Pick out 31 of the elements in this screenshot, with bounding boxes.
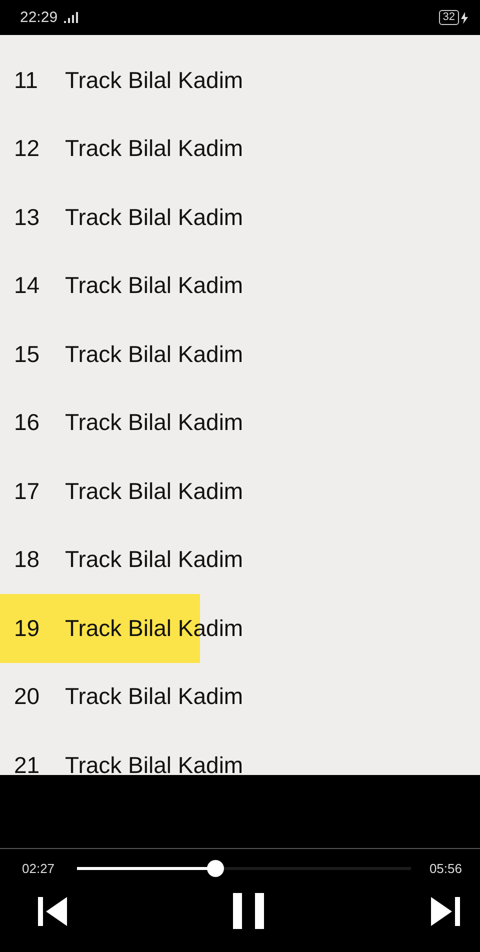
signal-icon bbox=[64, 12, 78, 23]
track-number: 16 bbox=[14, 409, 41, 436]
track-number: 12 bbox=[14, 135, 41, 162]
total-time: 05:56 bbox=[429, 860, 462, 876]
track-number: 13 bbox=[14, 204, 41, 231]
track-title[interactable]: Track Bilal Kadim bbox=[65, 683, 244, 710]
track-number: 20 bbox=[14, 683, 41, 710]
track-title[interactable]: Track Bilal Kadim bbox=[65, 135, 244, 162]
track-title[interactable]: Track Bilal Kadim bbox=[65, 66, 244, 94]
track-title[interactable]: Track Bilal Kadim bbox=[65, 204, 244, 231]
track-title[interactable]: Track Bilal Kadim bbox=[65, 546, 244, 574]
track-number: 14 bbox=[14, 272, 41, 300]
previous-button[interactable] bbox=[36, 895, 68, 927]
track-title[interactable]: Track Bilal Kadim bbox=[65, 340, 244, 368]
battery-level: 32 bbox=[438, 10, 459, 25]
pause-button[interactable] bbox=[232, 893, 266, 929]
track-number: 17 bbox=[14, 478, 41, 505]
clock-time: 22:29 bbox=[20, 9, 58, 26]
elapsed-time: 02:27 bbox=[22, 860, 55, 876]
seek-thumb[interactable] bbox=[206, 860, 224, 876]
track-number: 21 bbox=[14, 752, 41, 775]
track-number: 19 bbox=[14, 614, 41, 642]
track-number: 11 bbox=[14, 66, 39, 94]
track-title[interactable]: Track Bilal Kadim bbox=[65, 272, 244, 300]
track-title[interactable]: Track Bilal Kadim bbox=[65, 478, 244, 505]
track-title[interactable]: Track Bilal Kadim bbox=[65, 409, 244, 436]
track-number: 18 bbox=[14, 546, 41, 574]
next-button[interactable] bbox=[430, 895, 462, 927]
track-title[interactable]: Track Bilal Kadim bbox=[65, 752, 244, 775]
track-number: 15 bbox=[14, 340, 41, 368]
charging-icon bbox=[461, 12, 468, 24]
